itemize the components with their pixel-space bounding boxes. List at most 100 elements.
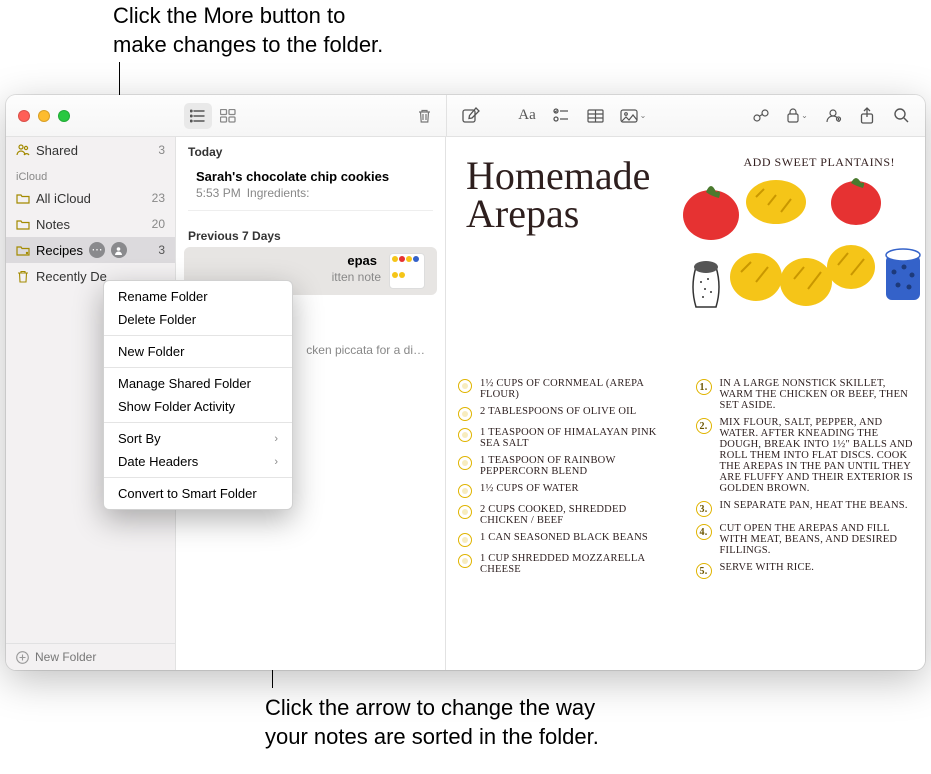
ingredient: 1 TEASPOON OF HIMALAYAN PINK SEA SALT	[480, 427, 676, 449]
close-window-button[interactable]	[18, 110, 30, 122]
ingredient: 2 TABLESPOONS OF OLIVE OIL	[480, 406, 636, 417]
step-number: 4.	[696, 524, 712, 540]
bullet-icon	[458, 533, 472, 547]
step: IN A LARGE NONSTICK SKILLET, WARM THE CH…	[720, 378, 914, 411]
fullscreen-window-button[interactable]	[58, 110, 70, 122]
collaborate-button[interactable]	[819, 103, 847, 129]
trash-icon	[16, 269, 30, 283]
note-illustrations	[676, 167, 915, 367]
sidebar-shared[interactable]: Shared 3	[6, 137, 175, 163]
menu-convert-smart[interactable]: Convert to Smart Folder	[104, 482, 292, 505]
new-folder-button[interactable]: New Folder	[6, 643, 175, 670]
menu-separator	[104, 422, 292, 423]
delete-note-button[interactable]	[410, 103, 438, 129]
checklist-button[interactable]	[547, 103, 575, 129]
step-number: 1.	[696, 379, 712, 395]
sidebar-shared-label: Shared	[36, 143, 78, 158]
note-title: epas	[196, 253, 381, 268]
toolbar-notelist-section	[176, 103, 446, 129]
note-preview: itten note	[332, 270, 381, 284]
notelist-item[interactable]: Sarah's chocolate chip cookies 5:53 PM I…	[184, 163, 437, 206]
toolbar-note-section: Aa ⌄ ⌄	[446, 95, 925, 136]
sidebar-item-all-icloud[interactable]: All iCloud 23	[6, 185, 175, 211]
chevron-right-icon: ›	[274, 433, 278, 445]
note-preview: Ingredients:	[247, 186, 310, 200]
bullet-icon	[458, 554, 472, 568]
sidebar-item-count: 20	[152, 217, 165, 231]
menu-separator	[104, 477, 292, 478]
note-time: 5:53 PM	[196, 186, 241, 200]
menu-separator	[104, 367, 292, 368]
new-note-button[interactable]	[457, 103, 485, 129]
new-folder-label: New Folder	[35, 650, 96, 664]
sidebar-item-count: 3	[158, 243, 165, 257]
step: CUT OPEN THE AREPAS AND FILL WITH MEAT, …	[720, 523, 914, 556]
bullet-icon	[458, 407, 472, 421]
menu-delete-folder[interactable]: Delete Folder	[104, 308, 292, 331]
notelist-header-today: Today	[176, 137, 445, 163]
menu-sort-by[interactable]: Sort By›	[104, 427, 292, 450]
sidebar-account-header: iCloud	[6, 163, 175, 185]
step-number: 2.	[696, 418, 712, 434]
menu-new-folder[interactable]: New Folder	[104, 340, 292, 363]
menu-separator	[104, 335, 292, 336]
menu-date-headers[interactable]: Date Headers›	[104, 450, 292, 473]
note-content-pane: Homemade Arepas ADD SWEET PLANTAINS!	[446, 137, 925, 670]
shared-icon	[16, 143, 30, 157]
step: SERVE WITH RICE.	[720, 562, 815, 573]
ingredient: 1½ CUPS OF CORNMEAL (AREPA FLOUR)	[480, 378, 676, 400]
sidebar-shared-count: 3	[158, 143, 165, 157]
sidebar-item-label: All iCloud	[36, 191, 91, 206]
ingredient: 1 TEASPOON OF RAINBOW PEPPERCORN BLEND	[480, 455, 676, 477]
step-number: 5.	[696, 563, 712, 579]
folder-shared-badge	[111, 242, 127, 258]
note-title: Sarah's chocolate chip cookies	[196, 169, 425, 184]
sidebar-item-recipes[interactable]: Recipes ⋯ 3	[6, 237, 175, 263]
ingredient: 1 CUP SHREDDED MOZZARELLA CHEESE	[480, 553, 676, 575]
steps-column: 1. IN A LARGE NONSTICK SKILLET, WARM THE …	[696, 372, 914, 585]
callout-bottom: Click the arrow to change the way your n…	[265, 694, 599, 751]
shared-folder-icon	[16, 243, 30, 257]
bullet-icon	[458, 428, 472, 442]
step: MIX FLOUR, SALT, PEPPER, AND WATER. AFTE…	[720, 417, 914, 494]
minimize-window-button[interactable]	[38, 110, 50, 122]
sidebar-item-label: Notes	[36, 217, 70, 232]
media-button[interactable]: ⌄	[615, 103, 651, 129]
toolbar: Aa ⌄ ⌄	[6, 95, 925, 137]
recipe-body: 1½ CUPS OF CORNMEAL (AREPA FLOUR) 2 TABL…	[458, 372, 913, 585]
bullet-icon	[458, 379, 472, 393]
plus-circle-icon	[16, 651, 29, 664]
sidebar-item-label: Recently De	[36, 269, 107, 284]
folder-context-menu: Rename Folder Delete Folder New Folder M…	[103, 280, 293, 510]
note-thumbnail	[389, 253, 425, 289]
separator	[188, 210, 433, 211]
list-view-button[interactable]	[184, 103, 212, 129]
format-button[interactable]: Aa	[513, 103, 541, 129]
table-button[interactable]	[581, 103, 609, 129]
gallery-view-button[interactable]	[214, 103, 242, 129]
window-controls	[6, 110, 176, 122]
menu-show-activity[interactable]: Show Folder Activity	[104, 395, 292, 418]
lock-button[interactable]: ⌄	[781, 103, 813, 129]
ingredient: 1½ CUPS OF WATER	[480, 483, 579, 494]
step: IN SEPARATE PAN, HEAT THE BEANS.	[720, 500, 908, 511]
menu-manage-shared[interactable]: Manage Shared Folder	[104, 372, 292, 395]
link-button[interactable]	[747, 103, 775, 129]
note-preview: cken piccata for a di…	[306, 343, 425, 357]
sidebar-item-label: Recipes	[36, 243, 83, 258]
share-button[interactable]	[853, 103, 881, 129]
ingredients-column: 1½ CUPS OF CORNMEAL (AREPA FLOUR) 2 TABL…	[458, 372, 676, 585]
sidebar-item-count: 23	[152, 191, 165, 205]
sidebar-item-notes[interactable]: Notes 20	[6, 211, 175, 237]
menu-rename-folder[interactable]: Rename Folder	[104, 285, 292, 308]
search-button[interactable]	[887, 103, 915, 129]
ingredient: 2 CUPS COOKED, SHREDDED CHICKEN / BEEF	[480, 504, 676, 526]
folder-icon	[16, 217, 30, 231]
chevron-right-icon: ›	[274, 456, 278, 468]
ingredient: 1 CAN SEASONED BLACK BEANS	[480, 532, 648, 543]
callout-top: Click the More button to make changes to…	[113, 2, 383, 59]
folder-more-button[interactable]: ⋯	[89, 242, 105, 258]
notelist-header-prev7: Previous 7 Days	[176, 215, 445, 247]
bullet-icon	[458, 456, 472, 470]
bullet-icon	[458, 484, 472, 498]
